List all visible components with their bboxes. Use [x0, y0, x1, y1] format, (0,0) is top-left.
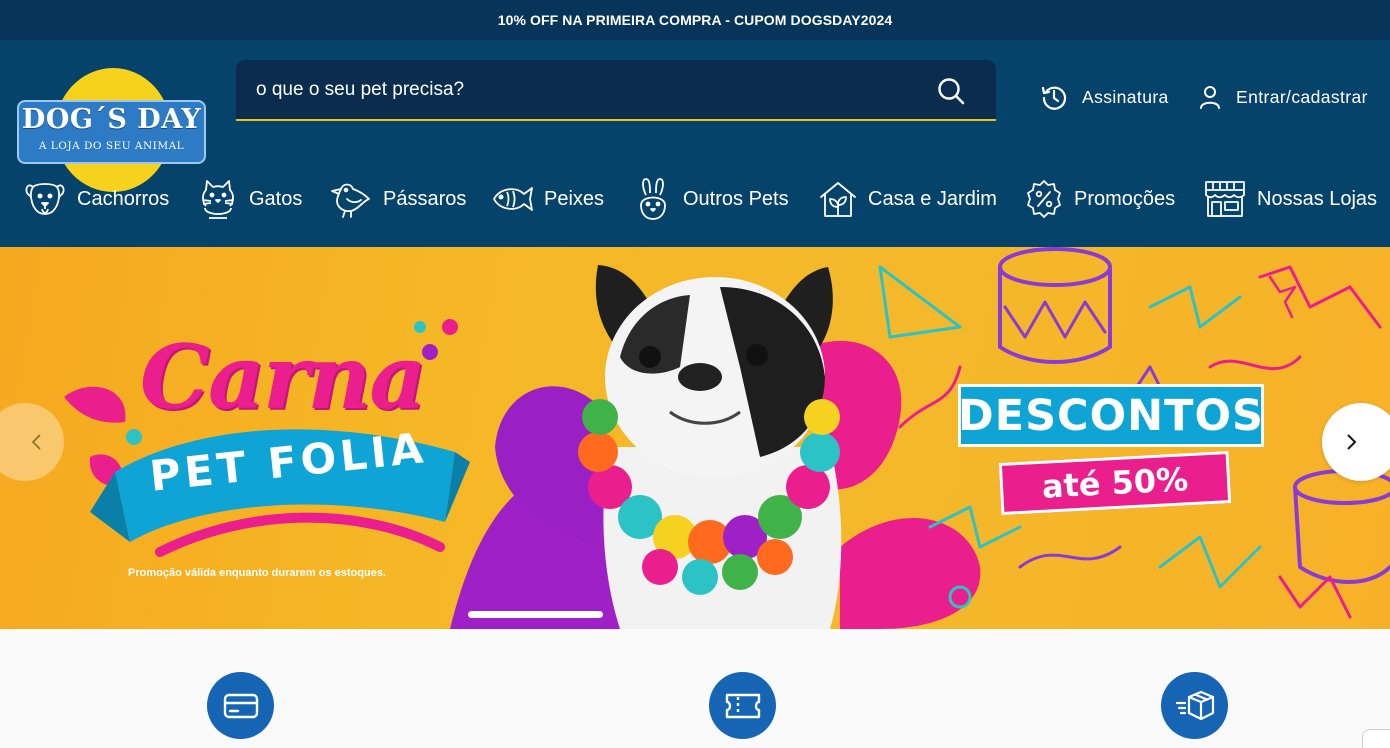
logo-name: DOG´S DAY: [21, 104, 202, 135]
nav-label: Outros Pets: [683, 187, 789, 210]
banner-disclaimer: Promoção válida enquanto durarem os esto…: [128, 567, 386, 579]
nav-label: Promoções: [1074, 187, 1176, 210]
percent-badge-icon: [1027, 180, 1061, 218]
carousel-indicator-active[interactable]: [468, 611, 603, 618]
bird-icon: [331, 183, 370, 218]
benefit-coupon: [709, 672, 776, 739]
nav-item-nossas-lojas[interactable]: Nossas Lojas: [1203, 175, 1377, 223]
logo-tagline: A LOJA DO SEU ANIMAL: [38, 140, 185, 152]
chevron-left-icon: [31, 434, 41, 450]
nav-item-casa-e-jardim[interactable]: Casa e Jardim: [818, 175, 997, 223]
benefit-card-payment: [207, 672, 274, 739]
login-label: Entrar/cadastrar: [1236, 86, 1368, 107]
subscription-link[interactable]: Assinatura: [1040, 80, 1169, 114]
carousel-next-button[interactable]: [1322, 403, 1390, 481]
search-icon[interactable]: [936, 76, 966, 106]
discount-box: DESCONTOS: [958, 384, 1264, 447]
nav-label: Cachorros: [77, 187, 170, 210]
benefit-fast-delivery: [1161, 672, 1228, 739]
category-nav: Cachorros Gatos Pássaros Peixes Outros P…: [0, 175, 1390, 223]
house-plant-icon: [820, 182, 856, 217]
nav-item-cachorros[interactable]: Cachorros: [23, 175, 169, 223]
search-input[interactable]: [256, 74, 916, 106]
nav-label: Gatos: [249, 187, 303, 210]
pink-blob-2: [840, 518, 981, 629]
nav-item-promocoes[interactable]: Promoções: [1024, 175, 1175, 223]
site-header: DOG´S DAY A LOJA DO SEU ANIMAL Assinatur…: [0, 40, 1390, 247]
login-link[interactable]: Entrar/cadastrar: [1198, 80, 1368, 114]
search-bar: [236, 60, 996, 121]
dog-illustration: [578, 265, 842, 629]
credit-card-icon: [223, 693, 258, 718]
nav-item-passaros[interactable]: Pássaros: [329, 175, 466, 223]
banner-title-script: Carna: [140, 325, 426, 429]
history-icon: [1041, 86, 1067, 110]
subscription-label: Assinatura: [1082, 86, 1169, 107]
user-icon: [1200, 86, 1220, 109]
corner-widget-button[interactable]: [1362, 729, 1390, 748]
dog-icon: [25, 183, 65, 215]
benefits-strip: [0, 629, 1390, 748]
hero-banner[interactable]: Carna PET FOLIA Promoção válida enquanto…: [0, 247, 1390, 629]
store-icon: [1205, 181, 1245, 217]
promo-bar: 10% OFF NA PRIMEIRA COMPRA - CUPOM DOGSD…: [0, 0, 1390, 40]
fast-delivery-box-icon: [1175, 690, 1214, 720]
cat-icon: [202, 180, 234, 219]
nav-label: Peixes: [544, 187, 605, 210]
discount-value: até 50%: [1040, 460, 1190, 506]
ticket-icon: [725, 693, 760, 718]
nav-label: Casa e Jardim: [868, 187, 997, 210]
promo-bar-text: 10% OFF NA PRIMEIRA COMPRA - CUPOM DOGSD…: [497, 12, 893, 28]
nav-item-outros-pets[interactable]: Outros Pets: [633, 175, 789, 223]
rabbit-icon: [640, 178, 666, 220]
nav-label: Pássaros: [383, 187, 467, 210]
nav-item-gatos[interactable]: Gatos: [197, 175, 302, 223]
chevron-right-icon: [1347, 434, 1357, 450]
nav-item-peixes[interactable]: Peixes: [490, 175, 604, 223]
discount-label: DESCONTOS: [958, 390, 1264, 441]
fish-icon: [493, 187, 533, 211]
nav-label: Nossas Lojas: [1257, 187, 1378, 210]
